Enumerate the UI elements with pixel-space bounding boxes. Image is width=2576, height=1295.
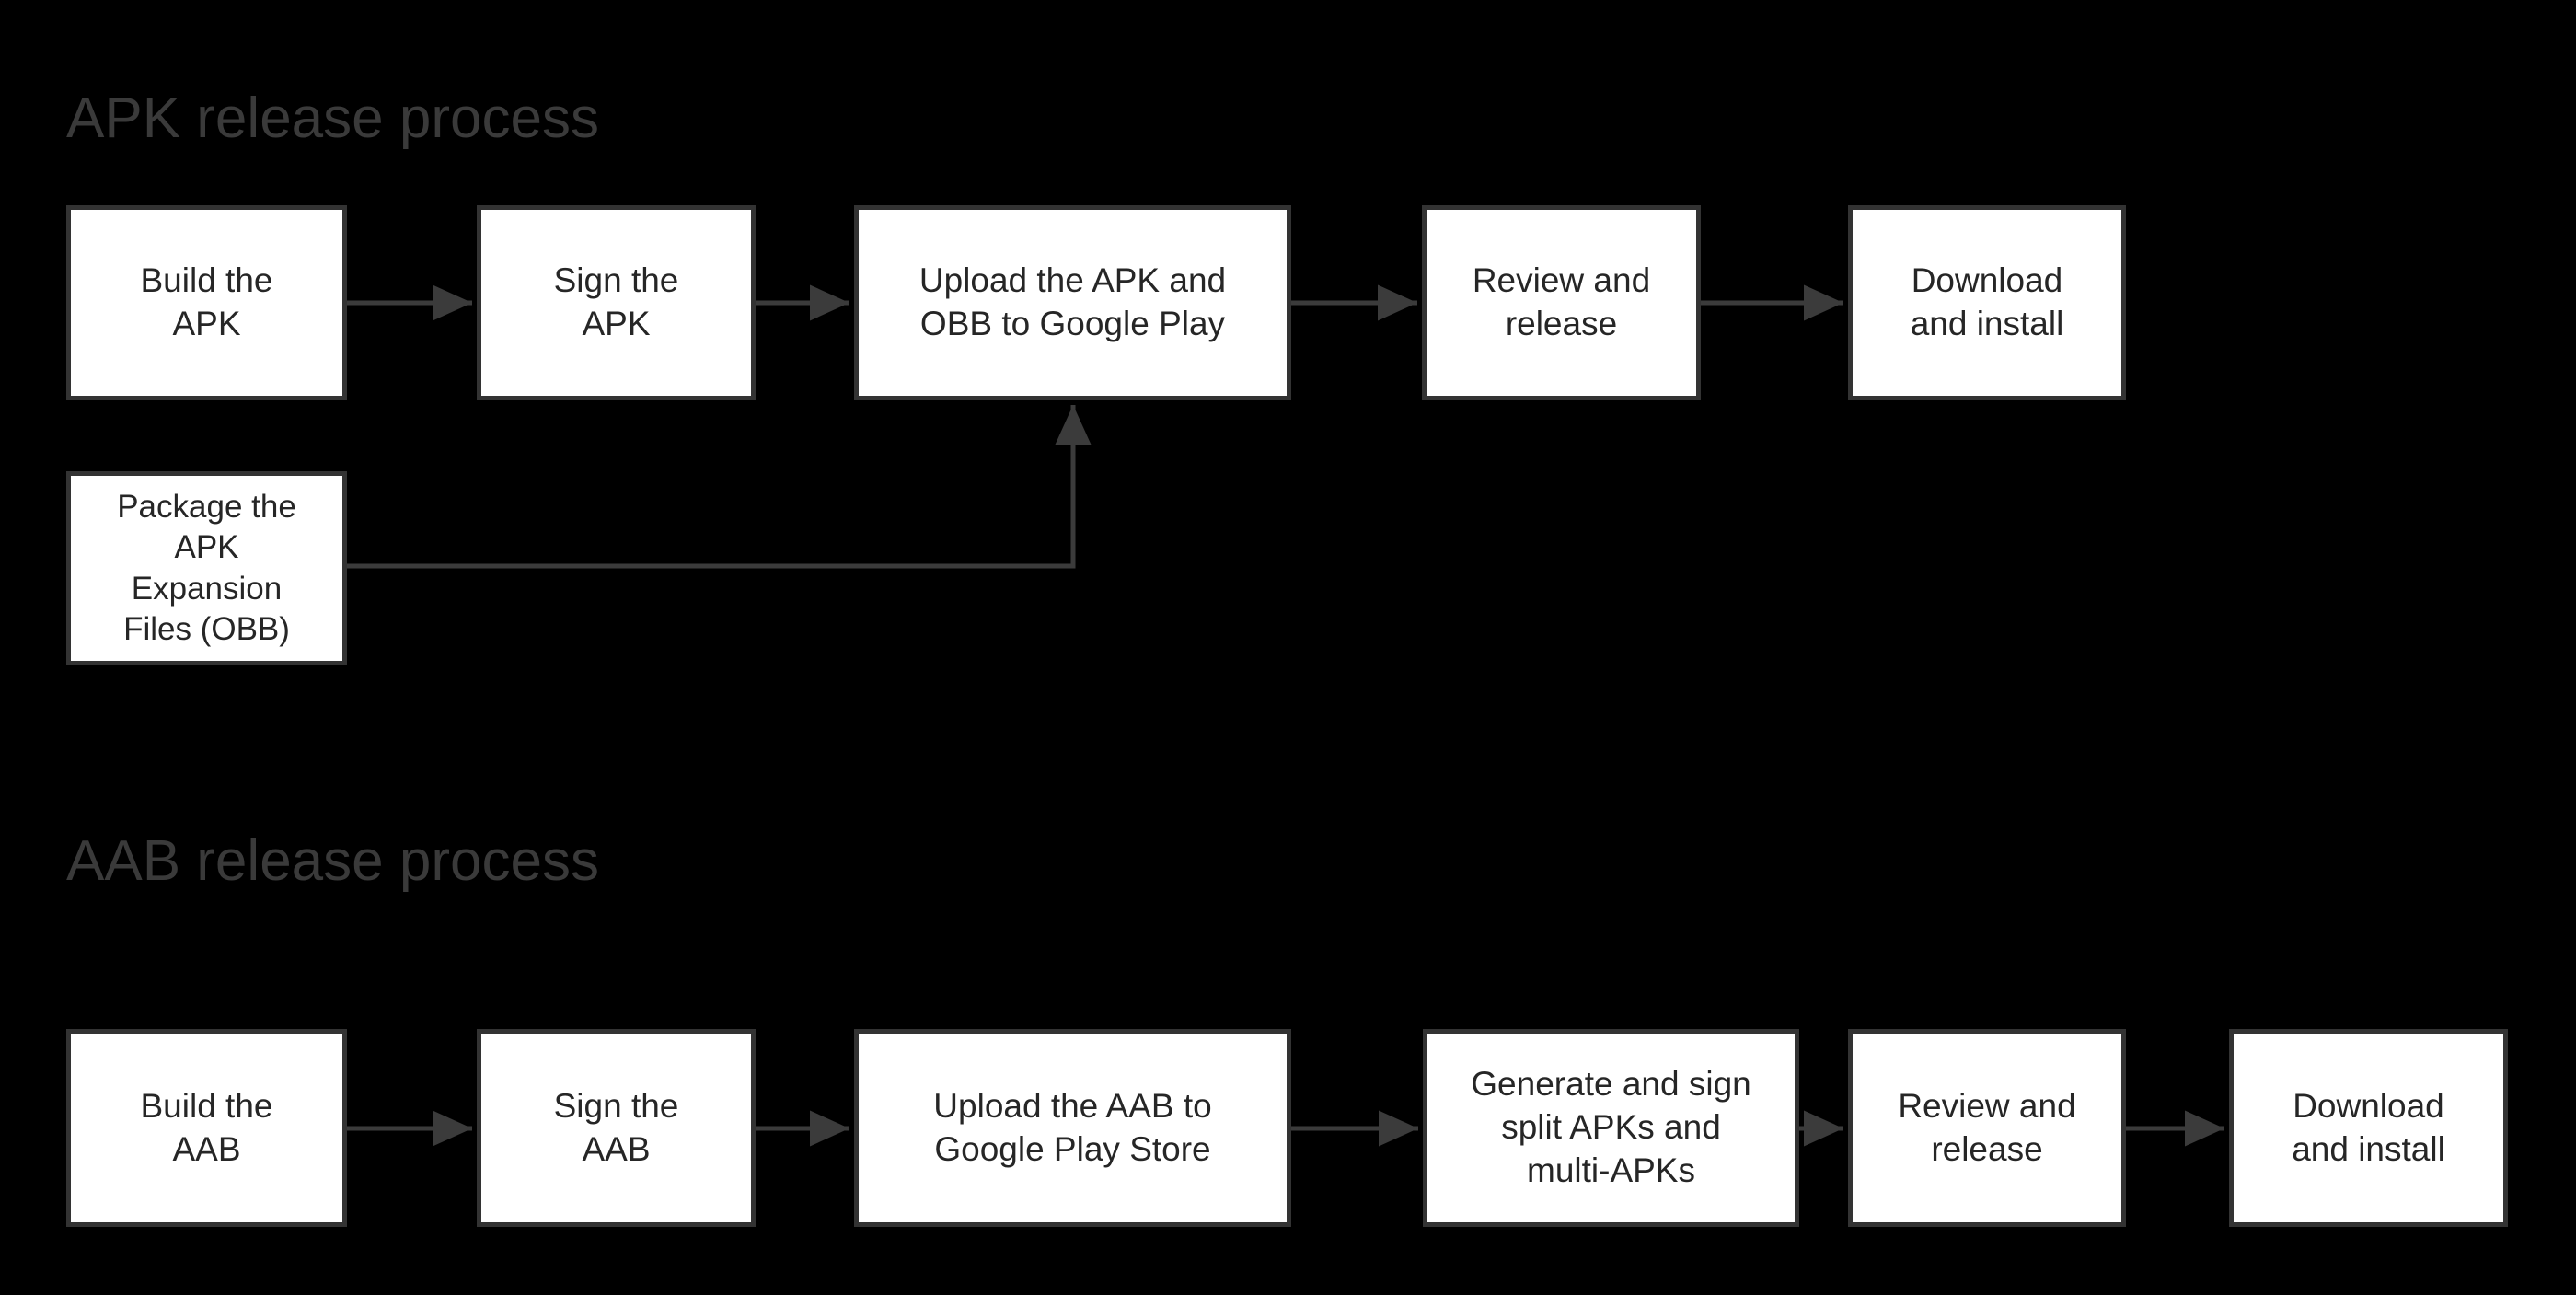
node-aab-upload[interactable]: Upload the AAB to Google Play Store [854,1029,1291,1227]
node-aab-sign[interactable]: Sign the AAB [477,1029,756,1227]
arrow-apk-obb-to-upload [347,405,1092,569]
diagram-canvas: APK release process Build the APK Sign t… [0,0,2576,1295]
node-aab-review[interactable]: Review and release [1848,1029,2126,1227]
node-aab-download[interactable]: Download and install [2229,1029,2508,1227]
node-apk-sign[interactable]: Sign the APK [477,205,756,400]
node-aab-generate[interactable]: Generate and sign split APKs and multi-A… [1423,1029,1799,1227]
section-title-apk: APK release process [66,87,599,150]
node-apk-package-obb[interactable]: Package the APK Expansion Files (OBB) [66,471,347,665]
node-apk-upload[interactable]: Upload the APK and OBB to Google Play [854,205,1291,400]
node-apk-build[interactable]: Build the APK [66,205,347,400]
node-apk-review[interactable]: Review and release [1422,205,1701,400]
node-apk-download[interactable]: Download and install [1848,205,2126,400]
node-aab-build[interactable]: Build the AAB [66,1029,347,1227]
section-title-aab: AAB release process [66,829,599,893]
